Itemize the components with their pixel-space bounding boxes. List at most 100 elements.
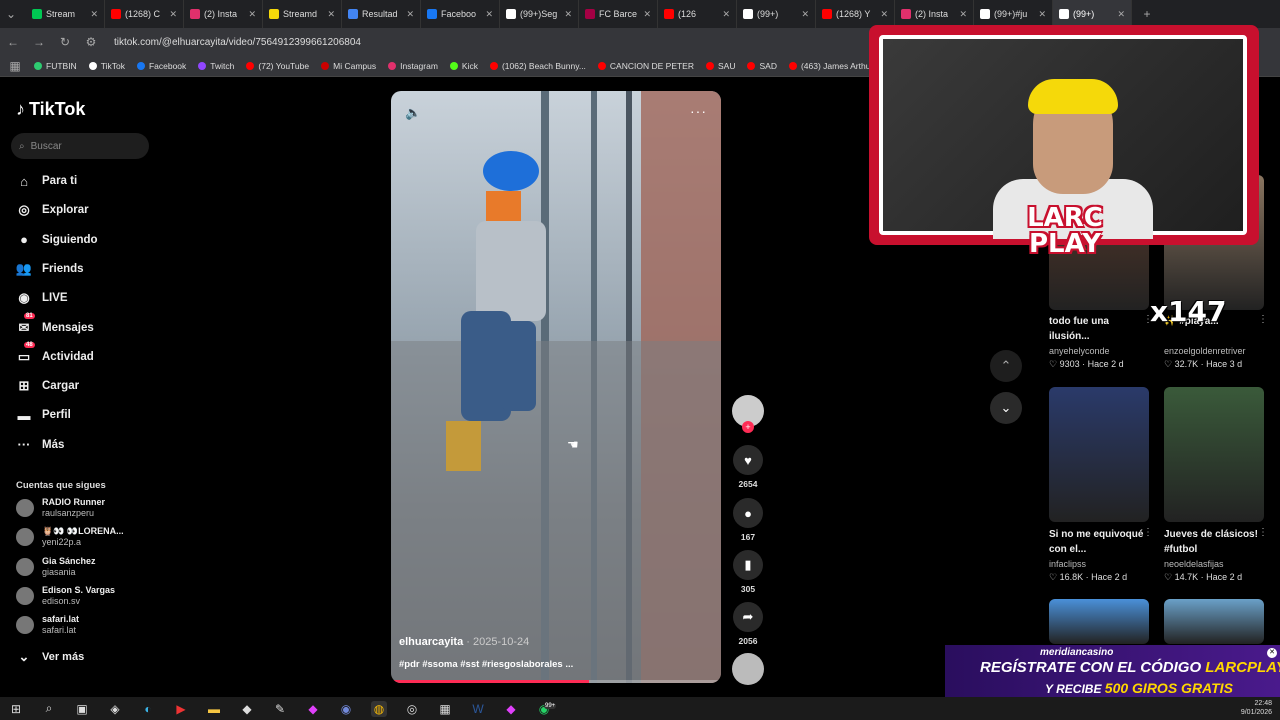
close-tab-icon[interactable]: ✕	[643, 9, 651, 20]
apps-icon[interactable]: ▦	[8, 59, 22, 73]
url-field[interactable]: tiktok.com/@elhuarcayita/video/756491239…	[114, 37, 361, 48]
bookmark-item[interactable]: Kick	[449, 61, 478, 71]
sidebar-item-friends[interactable]: 👥 Friends	[16, 261, 84, 277]
followed-account[interactable]: safari.lat safari.lat	[16, 614, 79, 636]
like-button[interactable]: ♥ 2654	[732, 445, 764, 489]
browser-tab[interactable]: FC Barce ✕	[579, 0, 658, 28]
video-progress-bar[interactable]	[391, 680, 721, 683]
previous-video-button[interactable]: ⌃	[990, 350, 1022, 382]
video-player[interactable]: 🔈 ··· elhuarcayita · 2025-10-24 #pdr #ss…	[391, 91, 721, 683]
browser-tab[interactable]: (99+) ✕	[737, 0, 816, 28]
browser-tab[interactable]: (99+)Seg ✕	[500, 0, 579, 28]
bookmark-item[interactable]: Twitch	[198, 61, 234, 71]
browser-tab[interactable]: (1268) C ✕	[105, 0, 184, 28]
bookmark-item[interactable]: (1062) Beach Bunny...	[489, 61, 586, 71]
windows-start-icon[interactable]: ⊞	[8, 701, 24, 717]
reload-icon[interactable]: ↻	[58, 35, 72, 49]
close-tab-icon[interactable]: ✕	[564, 9, 572, 20]
paint-icon[interactable]: ✎	[272, 701, 288, 717]
tiktok-logo[interactable]: ♪ TikTok	[16, 99, 85, 120]
next-video-button[interactable]: ⌄	[990, 392, 1022, 424]
suggested-video-title[interactable]: Si no me equivoqué con el...	[1049, 527, 1149, 557]
close-tab-icon[interactable]: ✕	[722, 9, 730, 20]
music-disc-button[interactable]	[732, 653, 764, 685]
site-info-icon[interactable]: ⚙	[84, 35, 98, 49]
folder-icon[interactable]: ▬	[206, 701, 222, 717]
ad-close-icon[interactable]: ✕	[1267, 648, 1277, 658]
follow-plus-icon[interactable]: +	[742, 421, 754, 433]
sidebar-item-live[interactable]: ◉ LIVE	[16, 290, 67, 306]
card-more-icon[interactable]: ⋮	[1143, 527, 1153, 538]
video-caption[interactable]: #pdr #ssoma #sst #riesgoslaborales ...	[399, 659, 573, 670]
comment-button[interactable]: ● 167	[732, 498, 764, 542]
forward-icon[interactable]: →	[32, 35, 46, 49]
edge-icon[interactable]: ◐	[140, 701, 156, 717]
see-more-button[interactable]: ⌄ Ver más	[16, 649, 85, 665]
close-tab-icon[interactable]: ✕	[801, 9, 809, 20]
media-icon[interactable]: ▶	[173, 701, 189, 717]
creator-avatar-button[interactable]: +	[732, 395, 764, 433]
browser-tab[interactable]: Resultad ✕	[342, 0, 421, 28]
more-options-icon[interactable]: ···	[690, 103, 707, 119]
sidebar-item-cargar[interactable]: ⊞ Cargar	[16, 378, 80, 394]
bookmark-item[interactable]: Mi Campus	[321, 61, 376, 71]
browser-tab[interactable]: Faceboo ✕	[421, 0, 500, 28]
chrome-icon[interactable]: ◍	[371, 700, 387, 717]
close-tab-icon[interactable]: ✕	[327, 9, 335, 20]
bookmark-item[interactable]: FUTBIN	[34, 61, 77, 71]
bookmark-item[interactable]: SAU	[706, 61, 735, 71]
bookmark-item[interactable]: TikTok	[88, 61, 125, 71]
close-tab-icon[interactable]: ✕	[406, 9, 414, 20]
app2-icon[interactable]: ◆	[305, 701, 321, 717]
close-tab-icon[interactable]: ✕	[169, 9, 177, 20]
word-icon[interactable]: W	[470, 701, 486, 717]
suggested-video-thumbnail[interactable]	[1164, 599, 1264, 644]
close-tab-icon[interactable]: ✕	[880, 9, 888, 20]
bookmark-item[interactable]: Facebook	[136, 61, 186, 71]
game-icon[interactable]: ◈	[107, 701, 123, 717]
whatsapp-icon[interactable]: ◉ 99+	[536, 701, 557, 717]
suggested-video-thumbnail[interactable]	[1049, 387, 1149, 522]
followed-account[interactable]: 🦉👀 👀LORENA... yeni22p.a	[16, 526, 124, 548]
close-tab-icon[interactable]: ✕	[1038, 9, 1046, 20]
close-tab-icon[interactable]: ✕	[248, 9, 256, 20]
search-input[interactable]: ⌕ Buscar	[11, 133, 149, 159]
bookmark-item[interactable]: CANCION DE PETER	[597, 61, 694, 71]
followed-account[interactable]: RADIO Runner raulsanzperu	[16, 497, 105, 519]
new-tab-icon[interactable]: +	[1140, 7, 1154, 21]
volume-icon[interactable]: 🔈	[405, 105, 421, 121]
card-more-icon[interactable]: ⋮	[1258, 527, 1268, 538]
sidebar-item-perfil[interactable]: ▬ Perfil	[16, 407, 71, 423]
followed-account[interactable]: Gia Sánchez giasania	[16, 556, 96, 578]
suggested-video-title[interactable]: todo fue una ilusión...	[1049, 314, 1149, 344]
bookmark-item[interactable]: SAD	[747, 61, 777, 71]
sidebar-item-actividad[interactable]: ▭ 48 Actividad	[16, 341, 94, 365]
sidebar-item-siguiendo[interactable]: ● Siguiendo	[16, 232, 98, 248]
tab-search-icon[interactable]: ⌄	[4, 7, 18, 21]
browser-tab[interactable]: (99+)#ju ✕	[974, 0, 1053, 28]
browser-tab[interactable]: (1268) Y ✕	[816, 0, 895, 28]
store-icon[interactable]: ▣	[74, 701, 90, 717]
card-more-icon[interactable]: ⋮	[1258, 314, 1268, 325]
bookmark-item[interactable]: (72) YouTube	[246, 61, 309, 71]
close-tab-icon[interactable]: ✕	[485, 9, 493, 20]
close-tab-icon[interactable]: ✕	[1117, 9, 1125, 20]
suggested-video-title[interactable]: Jueves de clásicos! #futbol	[1164, 527, 1264, 557]
sidebar-item-mensajes[interactable]: ✉ 81 Mensajes	[16, 312, 94, 336]
followed-account[interactable]: Edison S. Vargas edison.sv	[16, 585, 115, 607]
save-button[interactable]: ▮ 305	[732, 550, 764, 594]
suggested-video-author[interactable]: anyehelyconde	[1049, 346, 1110, 356]
browser-tab[interactable]: (126 ✕	[658, 0, 737, 28]
suggested-video-author[interactable]: enzoelgoldenretriver	[1164, 346, 1246, 356]
suggested-video-author[interactable]: neoeldelasfijas	[1164, 559, 1224, 569]
obs-icon[interactable]: ◎	[404, 701, 420, 717]
discord-icon[interactable]: ◉	[338, 701, 354, 717]
suggested-video-thumbnail[interactable]	[1049, 599, 1149, 644]
back-icon[interactable]: ←	[6, 35, 20, 49]
casino-ad-banner[interactable]: meridiancasino REGÍSTRATE CON EL CÓDIGO …	[945, 645, 1280, 700]
app-icon[interactable]: ◆	[239, 701, 255, 717]
calculator-icon[interactable]: ▦	[437, 701, 453, 717]
bookmark-item[interactable]: Instagram	[388, 61, 438, 71]
video-author[interactable]: elhuarcayita	[399, 636, 463, 648]
suggested-video-thumbnail[interactable]	[1164, 387, 1264, 522]
